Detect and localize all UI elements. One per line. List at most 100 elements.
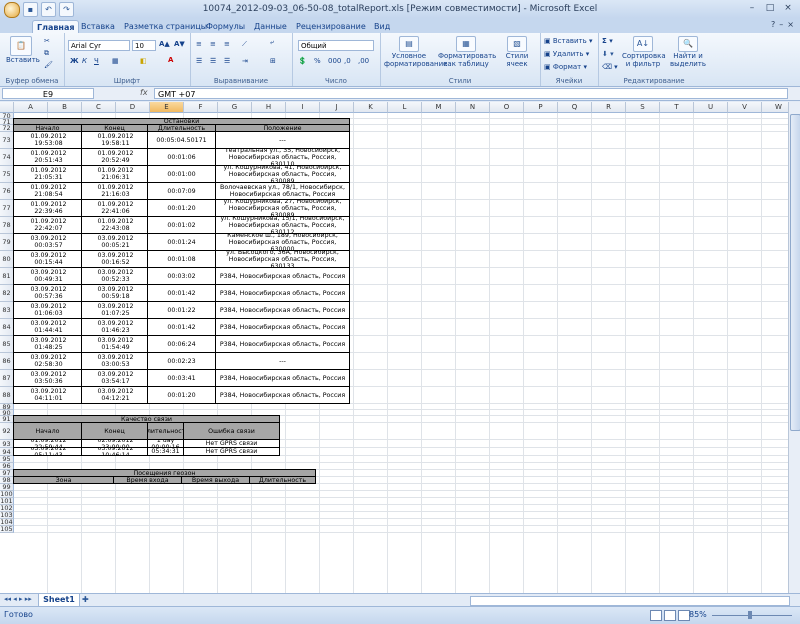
merge-icon[interactable]: ⊞ bbox=[270, 57, 276, 65]
stops-cell[interactable]: 03.09.2012 04:12:21 bbox=[81, 386, 148, 404]
shrink-font-icon[interactable]: A▼ bbox=[174, 40, 185, 48]
row-header[interactable]: 100 bbox=[0, 491, 14, 498]
format-as-table-button[interactable]: ▦ Форматировать как таблицу bbox=[438, 36, 496, 68]
stops-cell[interactable]: 03.09.2012 00:15:44 bbox=[13, 250, 82, 268]
stops-cell[interactable]: 03.09.2012 00:03:57 bbox=[13, 233, 82, 251]
row-header[interactable]: 73 bbox=[0, 132, 14, 149]
name-box[interactable]: E9 bbox=[2, 88, 94, 99]
row-header[interactable]: 80 bbox=[0, 251, 14, 268]
row-header[interactable]: 77 bbox=[0, 200, 14, 217]
row-header[interactable]: 101 bbox=[0, 498, 14, 505]
column-header[interactable]: J bbox=[320, 102, 354, 113]
stops-cell[interactable]: 00:02:23 bbox=[147, 352, 216, 370]
stops-cell[interactable]: 03.09.2012 01:46:23 bbox=[81, 318, 148, 336]
stops-cell[interactable]: 00:01:02 bbox=[147, 216, 216, 234]
sort-filter-button[interactable]: A↓ Сортировка и фильтр bbox=[622, 36, 666, 68]
tab-view[interactable]: Вид bbox=[370, 20, 394, 33]
horizontal-scrollbar[interactable] bbox=[470, 596, 790, 606]
row-header[interactable]: 87 bbox=[0, 370, 14, 387]
stops-cell[interactable]: ул. Кошурникова, 27, Новосибирск, Новоси… bbox=[215, 199, 350, 217]
align-left-icon[interactable]: ☰ bbox=[196, 57, 202, 65]
insert-cells-button[interactable]: ▣ Вставить ▾ bbox=[544, 37, 593, 45]
stops-cell[interactable]: Волочаевская ул., 78/1, Новосибирск, Нов… bbox=[215, 182, 350, 200]
cut-icon[interactable]: ✂ bbox=[44, 37, 50, 45]
row-header[interactable]: 103 bbox=[0, 512, 14, 519]
ribbon-close-icon[interactable]: × bbox=[787, 20, 794, 29]
geozones-header[interactable]: Время входа bbox=[113, 476, 182, 484]
stops-cell[interactable]: 01.09.2012 19:58:11 bbox=[81, 131, 148, 149]
borders-icon[interactable]: ▦ bbox=[112, 57, 119, 65]
row-header[interactable]: 95 bbox=[0, 456, 14, 463]
stops-cell[interactable]: 01.09.2012 21:05:31 bbox=[13, 165, 82, 183]
tab-page-layout[interactable]: Разметка страницы bbox=[120, 20, 211, 33]
column-header[interactable]: E bbox=[150, 102, 184, 113]
column-header[interactable]: K bbox=[354, 102, 388, 113]
column-header[interactable]: U bbox=[694, 102, 728, 113]
grow-font-icon[interactable]: A▲ bbox=[159, 40, 170, 48]
row-header[interactable]: 105 bbox=[0, 526, 14, 533]
row-header[interactable]: 94 bbox=[0, 448, 14, 456]
column-header[interactable]: S bbox=[626, 102, 660, 113]
row-header[interactable]: 72 bbox=[0, 125, 14, 132]
stops-cell[interactable]: ул. Кошурникова, 41, Новосибирск, Новоси… bbox=[215, 165, 350, 183]
column-header[interactable]: I bbox=[286, 102, 320, 113]
stops-cell[interactable]: 03.09.2012 01:48:25 bbox=[13, 335, 82, 353]
stops-cell[interactable]: Р384, Новосибирская область, Россия bbox=[215, 284, 350, 302]
row-header[interactable]: 76 bbox=[0, 183, 14, 200]
stops-cell[interactable]: Р384, Новосибирская область, Россия bbox=[215, 386, 350, 404]
tab-formulas[interactable]: Формулы bbox=[202, 20, 249, 33]
column-header[interactable]: B bbox=[48, 102, 82, 113]
stops-cell[interactable]: 01.09.2012 21:06:31 bbox=[81, 165, 148, 183]
stops-cell[interactable]: 03.09.2012 00:59:18 bbox=[81, 284, 148, 302]
close-button[interactable]: × bbox=[780, 2, 796, 15]
stops-cell[interactable]: 03.09.2012 00:52:33 bbox=[81, 267, 148, 285]
fill-color-icon[interactable]: ◧ bbox=[140, 57, 147, 65]
stops-cell[interactable]: 00:01:42 bbox=[147, 318, 216, 336]
italic-button[interactable]: К bbox=[82, 57, 87, 65]
decrease-decimal-button[interactable]: ,0 bbox=[344, 57, 351, 65]
connection-header[interactable]: Начало bbox=[13, 422, 82, 440]
connection-header[interactable]: Длительность bbox=[147, 422, 184, 440]
geozones-header[interactable]: Зона bbox=[13, 476, 114, 484]
stops-cell[interactable]: 00:01:20 bbox=[147, 199, 216, 217]
geozones-header[interactable]: Длительность bbox=[249, 476, 316, 484]
tab-data[interactable]: Данные bbox=[250, 20, 291, 33]
stops-cell[interactable]: Каменское ш., 189, Новосибирск, Новосиби… bbox=[215, 233, 350, 251]
row-header[interactable]: 99 bbox=[0, 484, 14, 491]
column-header[interactable]: V bbox=[728, 102, 762, 113]
stops-cell[interactable]: ул. Высоцкого, 36А, Новосибирск, Новосиб… bbox=[215, 250, 350, 268]
stops-cell[interactable]: 00:03:41 bbox=[147, 369, 216, 387]
copy-icon[interactable]: ⧉ bbox=[44, 49, 49, 57]
row-header[interactable]: 93 bbox=[0, 440, 14, 448]
connection-header[interactable]: Конец bbox=[81, 422, 148, 440]
stops-cell[interactable]: 03.09.2012 01:44:41 bbox=[13, 318, 82, 336]
delete-cells-button[interactable]: ▣ Удалить ▾ bbox=[544, 50, 589, 58]
connection-cell[interactable]: 03.09.2012 10:46:14 bbox=[81, 447, 148, 456]
tab-review[interactable]: Рецензирование bbox=[292, 20, 370, 33]
stops-cell[interactable]: 03.09.2012 03:50:36 bbox=[13, 369, 82, 387]
column-header[interactable]: P bbox=[524, 102, 558, 113]
column-header[interactable]: M bbox=[422, 102, 456, 113]
normal-view-icon[interactable] bbox=[650, 610, 662, 621]
stops-cell[interactable]: --- bbox=[215, 131, 350, 149]
paste-button[interactable]: 📋 Вставить bbox=[6, 36, 40, 64]
column-header[interactable]: L bbox=[388, 102, 422, 113]
stops-cell[interactable]: 00:06:24 bbox=[147, 335, 216, 353]
zoom-level[interactable]: 85% bbox=[689, 610, 707, 619]
maximize-button[interactable]: □ bbox=[762, 2, 778, 15]
row-header[interactable]: 91 bbox=[0, 416, 14, 423]
column-header[interactable]: F bbox=[184, 102, 218, 113]
select-all-corner[interactable] bbox=[0, 102, 14, 113]
column-header[interactable]: A bbox=[14, 102, 48, 113]
stops-cell[interactable]: 03.09.2012 01:07:25 bbox=[81, 301, 148, 319]
column-header[interactable]: T bbox=[660, 102, 694, 113]
stops-cell[interactable]: Р384, Новосибирская область, Россия bbox=[215, 267, 350, 285]
stops-cell[interactable]: 01.09.2012 20:52:49 bbox=[81, 148, 148, 166]
row-header[interactable]: 78 bbox=[0, 217, 14, 234]
zoom-slider-thumb[interactable] bbox=[748, 611, 752, 619]
stops-cell[interactable]: 03.09.2012 00:57:36 bbox=[13, 284, 82, 302]
format-painter-icon[interactable]: 🖌 bbox=[44, 61, 53, 69]
stops-cell[interactable]: 00:01:00 bbox=[147, 165, 216, 183]
row-header[interactable]: 82 bbox=[0, 285, 14, 302]
number-format-select[interactable]: Общий bbox=[298, 40, 374, 51]
